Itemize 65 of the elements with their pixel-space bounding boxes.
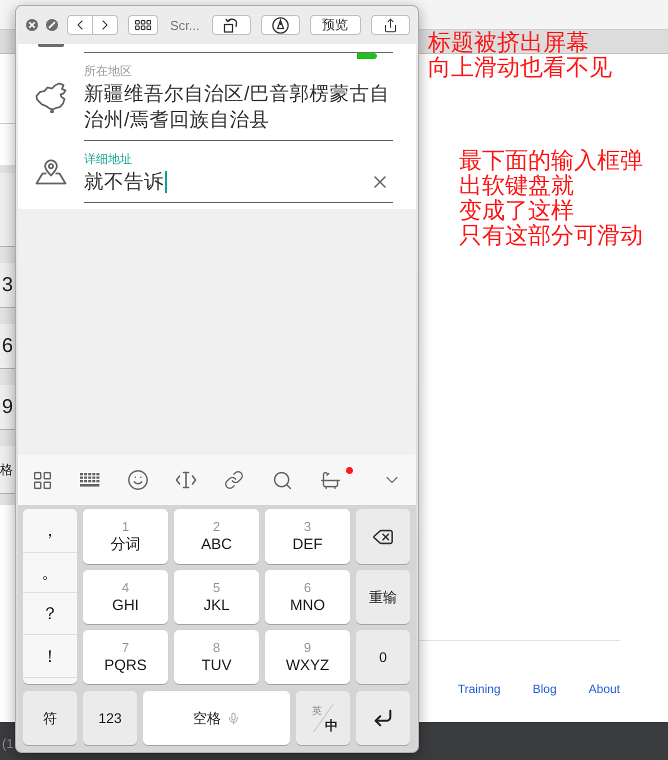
text-cursor-move-icon[interactable] (175, 471, 197, 489)
location-pin-icon (35, 159, 67, 185)
clipped-icon (38, 44, 64, 47)
markup-button[interactable] (260, 15, 300, 35)
keypad-key[interactable]: 9 WXYZ (265, 630, 350, 684)
background-key: 6 (0, 324, 15, 369)
keypad-key[interactable]: 2 ABC (174, 509, 259, 564)
annotation-text: 标题被挤出屏幕 向上滑动也看不见 (428, 30, 612, 80)
keypad-key[interactable]: 1 分词 (83, 509, 168, 564)
input-field[interactable]: 详细地址 就不告诉 (84, 141, 393, 203)
function-key[interactable]: 重输 (356, 570, 410, 624)
pen-tip-icon (272, 16, 289, 34)
home-button[interactable] (128, 15, 158, 35)
smiley-icon[interactable] (127, 469, 149, 491)
function-key[interactable]: 123 (83, 691, 137, 745)
link-icon[interactable] (224, 470, 244, 490)
language-key[interactable]: 英 中 (296, 691, 350, 745)
keypad-key[interactable]: 3 DEF (265, 509, 350, 564)
footer-link[interactable]: Training (458, 681, 501, 697)
return-arrow-icon (372, 707, 394, 729)
share-icon (382, 18, 398, 32)
background-key: 格 (0, 446, 15, 494)
background-key: 3 (0, 263, 15, 308)
punctuation-key[interactable]: ？ (23, 593, 77, 635)
punctuation-key[interactable]: ， (23, 509, 77, 553)
country-map-icon (35, 82, 67, 112)
input-value: 新疆维吾尔自治区/巴音郭楞蒙古自治州/焉耆回族自治县 (84, 82, 390, 133)
delete-key[interactable] (356, 509, 410, 564)
window-title: Scr... (170, 18, 200, 32)
footer-link[interactable]: Blog (532, 681, 557, 697)
preview-button[interactable]: 预览 (310, 15, 361, 35)
floating-label: 详细地址 (84, 151, 133, 167)
rotate-button[interactable] (212, 15, 251, 35)
keypad-key[interactable]: 7 PQRS (83, 630, 168, 684)
search-icon[interactable] (272, 470, 292, 490)
rotate-icon (223, 17, 240, 33)
keypad-key[interactable]: 8 TUV (174, 630, 259, 684)
keypad-key[interactable]: 6 MNO (265, 570, 350, 624)
footer-link[interactable]: About (588, 681, 620, 697)
forward-button[interactable] (92, 15, 118, 35)
grid-icon[interactable] (32, 470, 52, 490)
punctuation-key[interactable]: 。 (23, 553, 77, 593)
keyboard-icon[interactable] (80, 473, 100, 487)
grid-icon (135, 20, 151, 30)
microphone-icon (227, 712, 240, 724)
enter-key[interactable] (356, 691, 410, 745)
space-key[interactable]: 空格 (143, 691, 290, 745)
input-field[interactable]: 所在地区 新疆维吾尔自治区/巴音郭楞蒙古自治州/焉耆回族自治县 (84, 53, 393, 141)
indicator-icon (357, 53, 377, 59)
background-key: 9 (0, 385, 15, 430)
close-icon[interactable] (26, 19, 38, 31)
keypad-key[interactable]: 5 JKL (174, 570, 259, 624)
keypad-key[interactable]: 4 GHI (83, 570, 168, 624)
function-key[interactable]: 0 (356, 630, 410, 684)
minimize-icon[interactable] (46, 19, 58, 31)
bathtub-icon[interactable] (320, 470, 340, 490)
back-button[interactable] (67, 15, 93, 35)
input-value: 就不告诉 (84, 170, 164, 195)
floating-label: 所在地区 (84, 63, 133, 79)
function-key[interactable]: 符 (23, 691, 77, 745)
share-button[interactable] (370, 15, 410, 35)
punctuation-key[interactable]: ！ (23, 635, 77, 678)
annotation-text: 最下面的输入框弹 出软键盘就 变成了这样 只有这部分可滑动 (459, 148, 643, 248)
text-cursor-icon (165, 171, 167, 193)
status-text: (1 (2, 736, 14, 752)
